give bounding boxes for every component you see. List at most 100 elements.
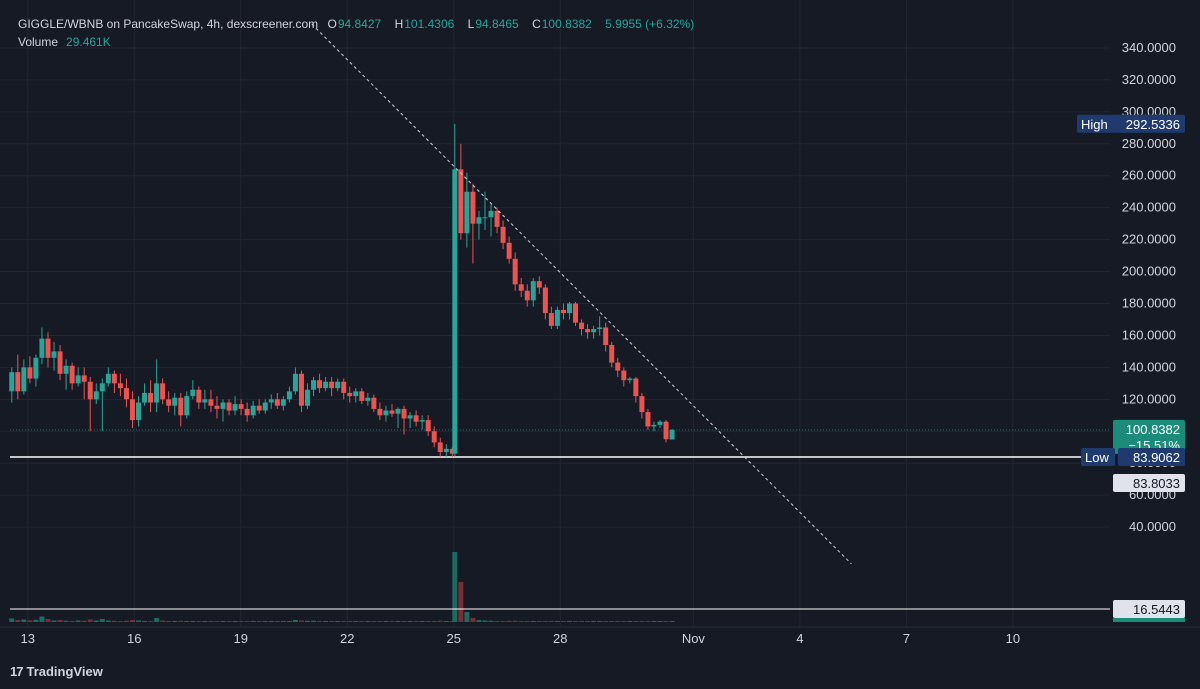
volume-bar: [663, 621, 669, 622]
candle-body: [560, 309, 566, 314]
volume-bar: [591, 621, 597, 622]
candle-body: [15, 372, 21, 392]
volume-level-text: 16.5443: [1133, 602, 1180, 617]
volume-bar: [371, 621, 377, 622]
candle-body: [645, 412, 651, 427]
open-value: 94.8427: [337, 17, 382, 31]
high-label: H: [394, 17, 404, 31]
tradingview-logo[interactable]: 17 TradingView: [10, 664, 103, 679]
volume-bar: [214, 621, 220, 622]
candle-body: [512, 258, 518, 285]
candle-body: [536, 281, 542, 288]
candle-body: [202, 399, 208, 403]
candle-body: [585, 329, 591, 333]
volume-bar: [268, 621, 274, 622]
candle-body: [220, 402, 226, 409]
y-tick-label: 340.0000: [1122, 40, 1176, 55]
candle-body: [431, 431, 437, 443]
volume-bar: [518, 621, 524, 622]
candle-body: [136, 402, 142, 421]
high-value-text: 292.5336: [1126, 117, 1180, 132]
volume-bar: [359, 621, 365, 622]
candle-body: [542, 287, 548, 314]
candle-body: [274, 399, 280, 406]
volume-bar: [87, 619, 93, 622]
x-tick-label: 16: [127, 631, 141, 646]
low-value: 94.8465: [475, 17, 519, 31]
candle-body: [663, 421, 669, 440]
candle-body: [476, 217, 482, 224]
volume-bar: [585, 621, 591, 622]
y-tick-label: 280.0000: [1122, 136, 1176, 151]
volume-bar: [341, 621, 347, 622]
candle-body: [609, 345, 615, 363]
y-tick-label: 40.0000: [1129, 519, 1176, 534]
symbol-title: GIGGLE/WBNB on PancakeSwap, 4h, dexscree…: [18, 17, 319, 31]
volume-bar: [166, 621, 172, 622]
volume-bar: [184, 621, 190, 622]
volume-bar: [63, 620, 69, 622]
volume-bar: [329, 621, 335, 622]
volume-bar: [401, 621, 407, 622]
close-label: C: [532, 17, 541, 31]
candlestick-chart[interactable]: 40.000060.000080.0000100.0000120.0000140…: [0, 0, 1200, 689]
candle-body: [437, 442, 443, 453]
candle-body: [458, 169, 464, 234]
x-tick-label: 19: [234, 631, 248, 646]
x-tick-label: 22: [340, 631, 354, 646]
volume-bar: [425, 621, 431, 622]
volume-bar: [524, 621, 530, 622]
volume-header: Volume 29.461K: [18, 35, 111, 49]
volume-bar: [603, 621, 609, 622]
candle-body: [226, 402, 232, 411]
volume-bar: [9, 618, 15, 622]
y-tick-label: 180.0000: [1122, 296, 1176, 311]
candle-body: [148, 392, 154, 403]
volume-level-accent: [1113, 618, 1185, 622]
candle-body: [317, 380, 323, 389]
change-value: 5.9955 (+6.32%): [605, 17, 695, 31]
volume-bar: [317, 621, 323, 622]
candle-body: [33, 357, 39, 379]
candle-body: [232, 404, 238, 411]
candle-body: [81, 375, 87, 382]
candle-body: [21, 367, 27, 392]
volume-bar: [274, 621, 280, 622]
candle-body: [566, 303, 572, 314]
candle-body: [407, 415, 413, 419]
volume-bar: [579, 621, 585, 622]
volume-bar: [512, 620, 518, 622]
candle-body: [280, 399, 286, 406]
candle-body: [93, 391, 99, 400]
high-value: 101.4306: [404, 17, 455, 31]
volume-bar: [488, 620, 494, 622]
volume-bar: [172, 621, 178, 622]
volume-bar: [75, 620, 81, 622]
volume-bar: [365, 621, 371, 622]
volume-bar: [136, 620, 142, 622]
candle-body: [111, 373, 117, 384]
candle-body: [657, 421, 663, 425]
candle-body: [123, 388, 129, 400]
x-tick-label: 25: [447, 631, 461, 646]
candle-body: [494, 210, 500, 227]
candle-body: [500, 226, 506, 243]
candle-body: [87, 381, 93, 400]
volume-bar: [250, 621, 256, 622]
trend-line[interactable]: [311, 23, 852, 565]
volume-bar: [238, 621, 244, 622]
candle-body: [639, 396, 645, 413]
candle-body: [464, 191, 470, 234]
volume-bar: [431, 621, 437, 622]
candle-body: [633, 378, 639, 397]
volume-bar: [413, 621, 419, 622]
volume-bar: [566, 621, 572, 622]
candle-body: [419, 420, 425, 422]
volume-bar: [597, 621, 603, 622]
candle-body: [292, 373, 298, 392]
candle-body: [323, 381, 329, 389]
volume-bar: [33, 619, 39, 622]
candle-body: [443, 448, 449, 453]
candle-body: [27, 367, 33, 379]
x-tick-label: 28: [553, 631, 567, 646]
